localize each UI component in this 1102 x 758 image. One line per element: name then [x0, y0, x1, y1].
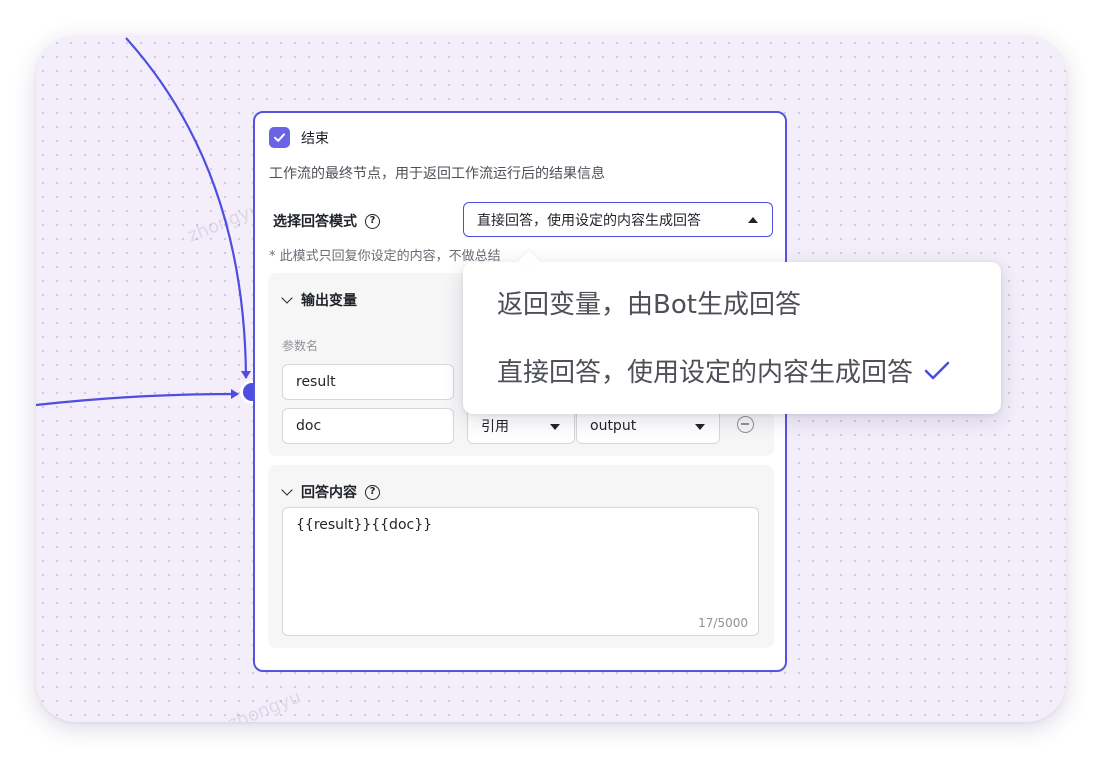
- node-description: 工作流的最终节点，用于返回工作流运行后的结果信息: [269, 166, 605, 182]
- answer-mode-selected: 直接回答，使用设定的内容生成回答: [477, 212, 701, 229]
- help-icon[interactable]: ?: [365, 213, 380, 229]
- node-title: 结束: [301, 130, 329, 147]
- output-variables-header[interactable]: 输出变量: [281, 290, 357, 310]
- answer-mode-dropdown: 返回变量，由Bot生成回答 直接回答，使用设定的内容生成回答: [463, 250, 1001, 414]
- param-name-label: 参数名: [282, 339, 319, 353]
- checkbox-checked-icon[interactable]: [269, 127, 290, 148]
- answer-mode-label-text: 选择回答模式: [273, 214, 357, 230]
- param-name-input[interactable]: result: [282, 364, 454, 400]
- dropdown-option-label: 直接回答，使用设定的内容生成回答: [497, 358, 914, 388]
- param-name-input[interactable]: doc: [282, 408, 454, 444]
- answer-content-title: 回答内容: [301, 485, 357, 501]
- caret-down-icon: [550, 424, 560, 430]
- dropdown-option-selected[interactable]: 直接回答，使用设定的内容生成回答: [497, 352, 951, 389]
- answer-mode-label: 选择回答模式 ?: [273, 211, 380, 231]
- dropdown-option[interactable]: 返回变量，由Bot生成回答: [497, 284, 801, 321]
- answer-content-section: 回答内容 ? {{result}}{{doc}} 17/5000: [268, 465, 774, 648]
- output-variables-title: 输出变量: [301, 293, 357, 309]
- answer-mode-select[interactable]: 直接回答，使用设定的内容生成回答: [463, 202, 773, 237]
- check-icon: [924, 361, 950, 379]
- watermark: zhongyu: [224, 686, 304, 722]
- chevron-down-icon: [281, 292, 293, 304]
- value-type-selected: 引用: [481, 419, 509, 435]
- answer-content-header[interactable]: 回答内容 ?: [281, 482, 380, 502]
- answer-content-textarea[interactable]: {{result}}{{doc}} 17/5000: [282, 507, 759, 636]
- char-count: 17/5000: [698, 616, 748, 630]
- answer-content-text: {{result}}{{doc}}: [296, 517, 433, 533]
- node-header: 结束: [269, 127, 329, 148]
- help-icon[interactable]: ?: [365, 484, 380, 500]
- caret-up-icon: [748, 217, 758, 223]
- caret-down-icon: [695, 424, 705, 430]
- dropdown-option-label: 返回变量，由Bot生成回答: [497, 290, 801, 320]
- remove-icon[interactable]: [737, 416, 754, 433]
- answer-mode-note: * 此模式只回复你设定的内容，不做总结: [269, 249, 501, 264]
- value-reference-selected: output: [590, 418, 637, 434]
- chevron-down-icon: [281, 484, 293, 496]
